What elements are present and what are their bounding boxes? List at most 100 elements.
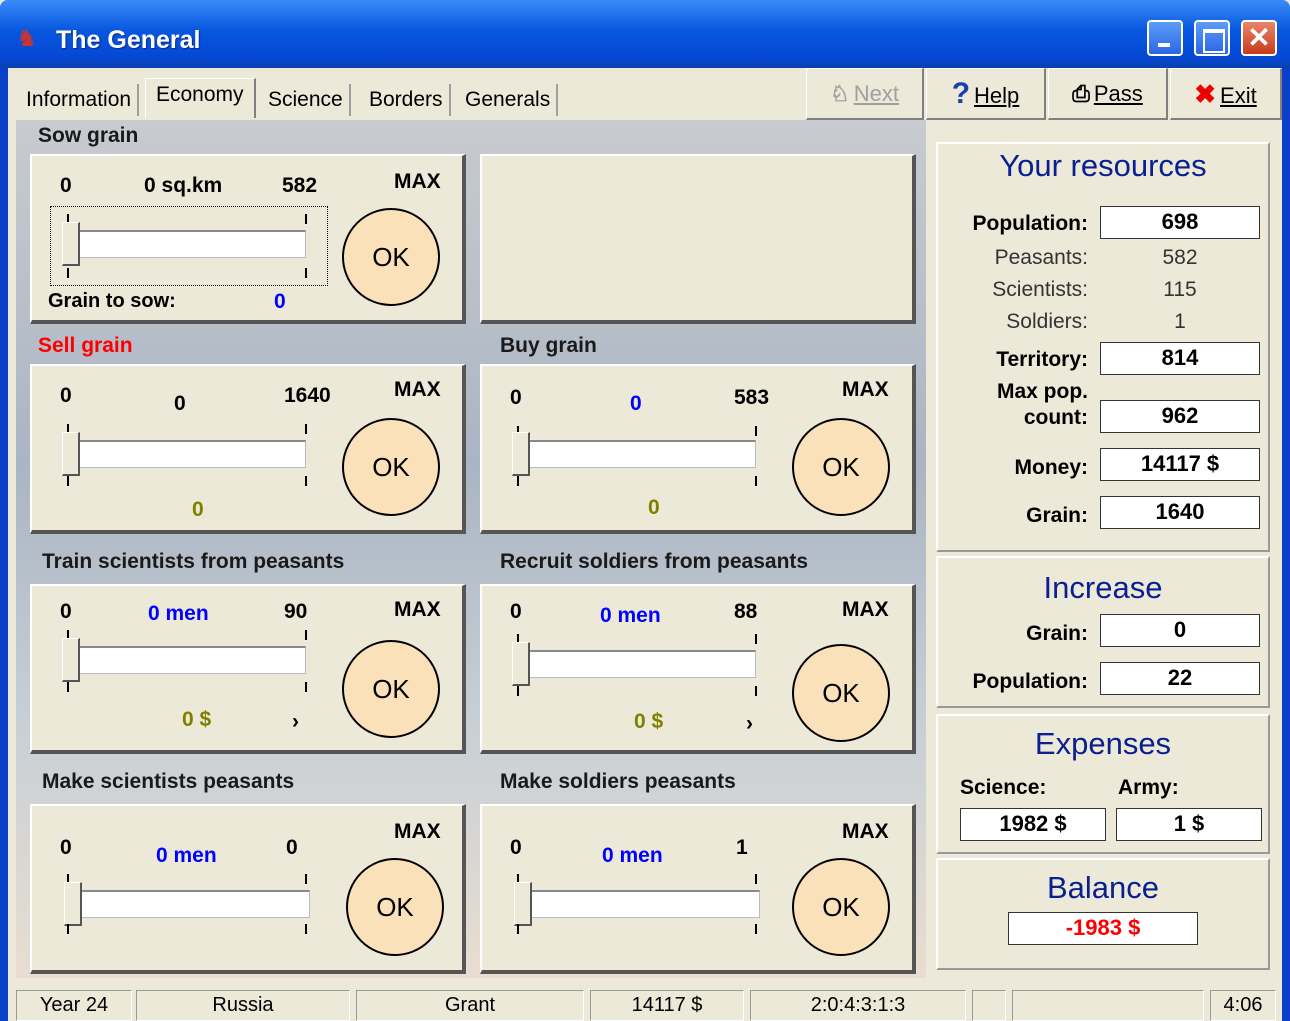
close-button[interactable]: ✕ — [1241, 20, 1277, 56]
buy-slider-track[interactable] — [518, 440, 756, 468]
expenses-title: Expenses — [1034, 726, 1172, 761]
buy-bottom-value: 0 — [648, 496, 660, 519]
sow-grain-heading: Sow grain — [38, 124, 139, 147]
sci-peas-value: 0 men — [156, 844, 217, 867]
sci-peas-max: 0 — [286, 836, 298, 859]
tick — [517, 924, 519, 934]
science-expense-label: Science: — [960, 776, 1047, 799]
sow-max-label: MAX — [394, 170, 441, 193]
tick — [755, 426, 757, 436]
grain-value: 1640 — [1100, 496, 1260, 529]
money-label: Money: — [1014, 456, 1089, 479]
increase-grain-label: Grain: — [1026, 622, 1088, 645]
tab-borders[interactable]: Borders — [363, 84, 451, 116]
pass-button[interactable]: ⎙ Pass — [1048, 68, 1168, 120]
tick — [517, 476, 519, 486]
train-value: 0 men — [148, 602, 209, 625]
title-bar[interactable]: ♞ The General ✕ — [0, 0, 1290, 68]
tab-generals[interactable]: Generals — [459, 84, 559, 116]
buy-ok-button[interactable]: OK — [792, 418, 890, 516]
sell-slider-track[interactable] — [68, 440, 306, 468]
tick — [67, 268, 69, 278]
next-button[interactable]: ♘ Next — [806, 68, 924, 120]
sol-peas-ok-button[interactable]: OK — [792, 858, 890, 956]
status-general: Grant — [356, 990, 584, 1021]
walking-man-icon: ♘ — [830, 81, 850, 106]
buy-grain-heading: Buy grain — [500, 334, 597, 357]
sci-peas-slider-thumb[interactable] — [64, 882, 82, 926]
scientists-peasants-heading: Make scientists peasants — [42, 770, 295, 793]
tick — [67, 476, 69, 486]
sol-peas-slider-track[interactable] — [522, 890, 760, 918]
buy-value: 0 — [630, 392, 642, 415]
increase-population-label: Population: — [972, 670, 1088, 693]
max-pop-label-1: Max pop. — [996, 380, 1088, 403]
population-label: Population: — [972, 212, 1088, 235]
recruit-max: 88 — [734, 600, 758, 623]
max-pop-value: 962 — [1100, 400, 1260, 433]
sol-peas-slider-thumb[interactable] — [514, 882, 532, 926]
recruit-cost: 0 $ — [634, 710, 664, 733]
scientists-value: 115 — [1163, 278, 1197, 301]
max-pop-label-2: count: — [1023, 406, 1088, 429]
tick — [305, 214, 307, 224]
train-arrow-icon[interactable]: › — [292, 710, 299, 734]
resources-sidebar: Your resources Population: 698 Peasants:… — [928, 126, 1280, 978]
balance-box: Balance -1983 $ — [936, 858, 1270, 970]
recruit-max-label: MAX — [842, 598, 889, 621]
economy-panel: Sow grain 0 0 sq.km 582 MAX OK Grain to … — [16, 120, 926, 978]
exit-button[interactable]: ✖ Exit — [1170, 68, 1282, 120]
sci-peas-min: 0 — [60, 836, 72, 859]
soldiers-peasants-panel: 0 0 men 1 MAX OK — [480, 804, 916, 974]
tick — [305, 476, 307, 486]
sci-peas-slider-track[interactable] — [72, 890, 310, 918]
train-scientists-heading: Train scientists from peasants — [42, 550, 345, 573]
maximize-button[interactable] — [1194, 20, 1230, 56]
tick — [305, 424, 307, 434]
recruit-slider-thumb[interactable] — [512, 642, 530, 686]
help-button[interactable]: ? Help — [926, 68, 1046, 120]
buy-slider-thumb[interactable] — [512, 432, 530, 476]
train-slider-thumb[interactable] — [62, 638, 80, 682]
increase-grain-value: 0 — [1100, 614, 1260, 647]
train-ok-button[interactable]: OK — [342, 640, 440, 738]
recruit-arrow-icon[interactable]: › — [746, 712, 753, 736]
territory-label: Territory: — [996, 348, 1088, 371]
minimize-icon — [1149, 22, 1181, 54]
recruit-ok-button[interactable]: OK — [792, 644, 890, 742]
tick — [305, 682, 307, 692]
sell-max-label: MAX — [394, 378, 441, 401]
sell-slider-thumb[interactable] — [62, 432, 80, 476]
peasants-value: 582 — [1162, 246, 1198, 269]
buy-min: 0 — [510, 386, 522, 409]
peasants-label: Peasants: — [994, 246, 1088, 269]
minimize-button[interactable] — [1147, 20, 1183, 56]
science-expense-value: 1982 $ — [960, 808, 1106, 841]
buy-grain-panel: 0 0 583 MAX OK 0 — [480, 364, 916, 534]
sell-grain-heading: Sell grain — [38, 334, 133, 357]
sow-max: 582 — [282, 174, 318, 197]
question-mark-icon: ? — [951, 77, 971, 110]
recruit-slider-track[interactable] — [518, 650, 756, 678]
sell-ok-button[interactable]: OK — [342, 418, 440, 516]
recruit-value: 0 men — [600, 604, 661, 627]
train-slider-track[interactable] — [68, 646, 306, 674]
status-empty-1 — [972, 990, 1006, 1021]
sow-ok-button[interactable]: OK — [342, 208, 440, 306]
tick — [67, 924, 69, 934]
status-bar: Year 24 Russia Grant 14117 $ 2:0:4:3:1:3… — [8, 988, 1282, 1021]
train-max-label: MAX — [394, 598, 441, 621]
tab-information[interactable]: Information — [20, 84, 140, 116]
sow-slider-thumb[interactable] — [62, 222, 80, 266]
sci-peas-ok-button[interactable]: OK — [346, 858, 444, 956]
tab-economy[interactable]: Economy — [145, 78, 256, 118]
army-expense-value: 1 $ — [1116, 808, 1262, 841]
tab-science[interactable]: Science — [262, 84, 351, 116]
sow-slider-track[interactable] — [68, 230, 306, 258]
sell-min: 0 — [60, 384, 72, 407]
train-scientists-panel: 0 0 men 90 MAX OK 0 $ › — [30, 584, 466, 754]
expenses-box: Expenses Science: Army: 1982 $ 1 $ — [936, 714, 1270, 854]
tick — [305, 874, 307, 884]
sol-peas-max: 1 — [736, 836, 748, 859]
balance-value: -1983 $ — [1008, 912, 1198, 945]
